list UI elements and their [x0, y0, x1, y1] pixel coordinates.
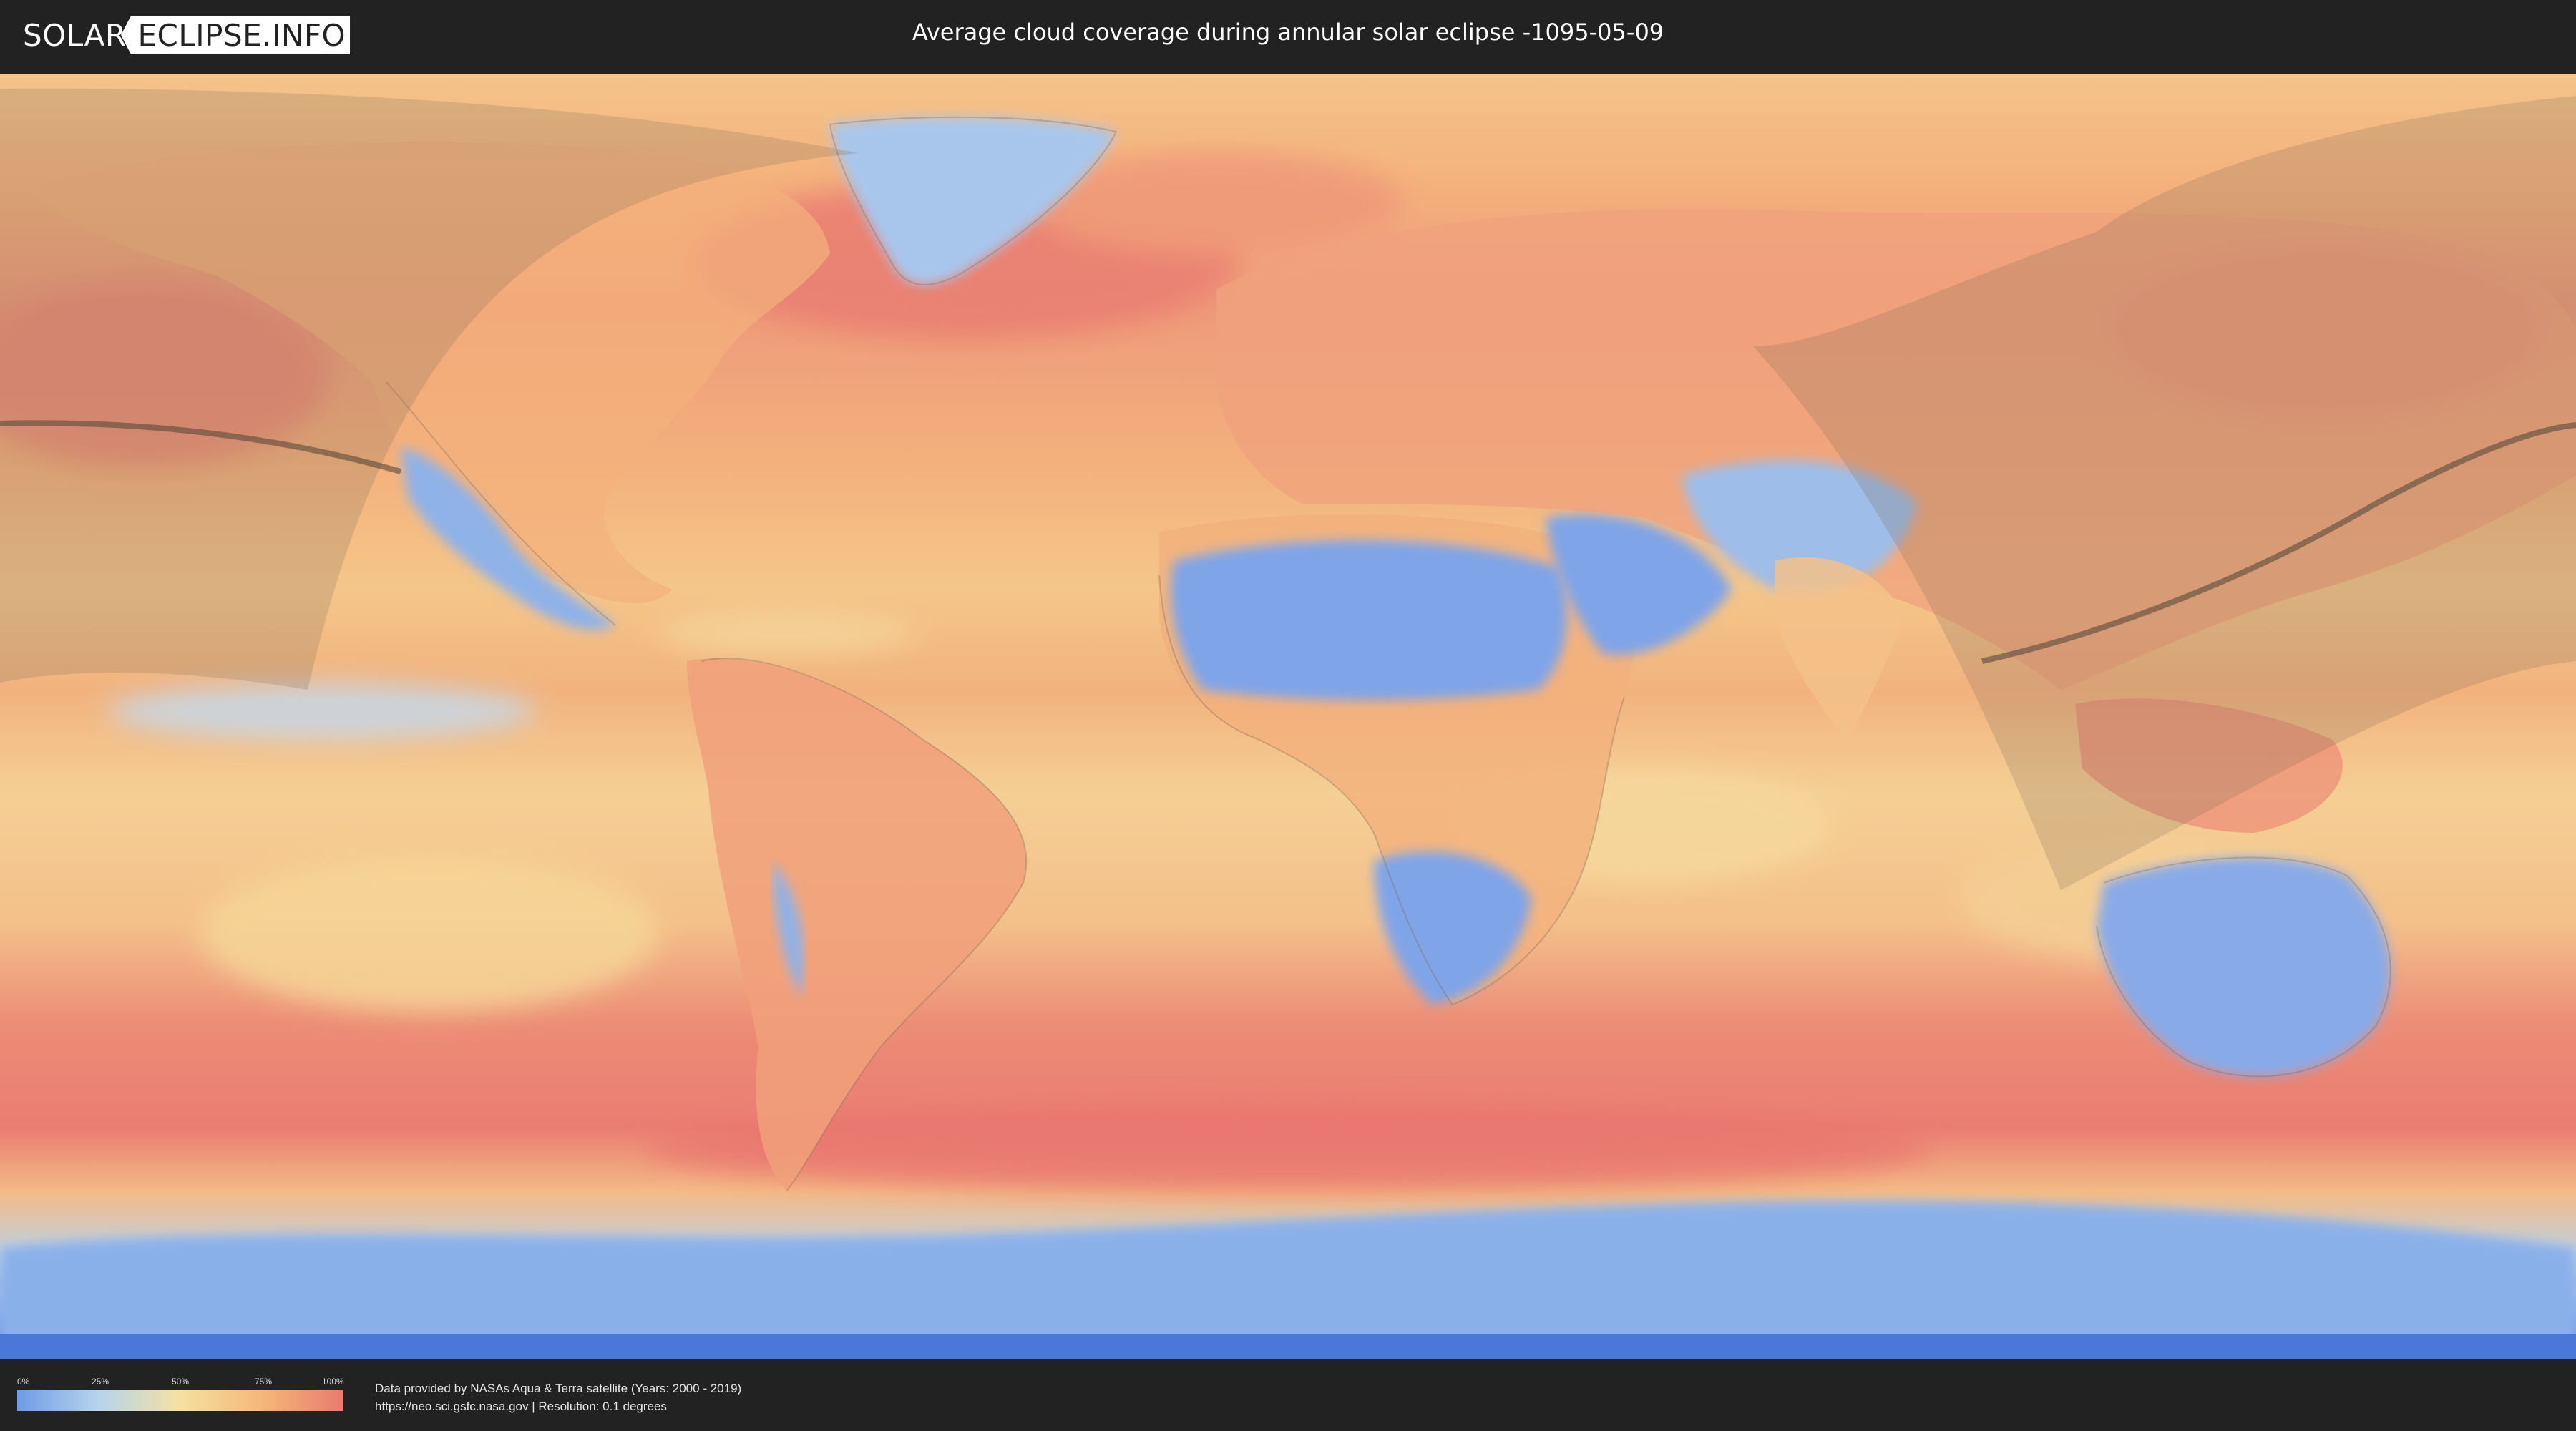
data-credits: Data provided by NASAs Aqua & Terra sate…: [375, 1379, 741, 1415]
legend-tick-75: 75%: [255, 1377, 273, 1387]
map-svg: [0, 74, 2576, 1359]
legend-tick-100: 100%: [322, 1377, 344, 1387]
cloud-coverage-legend: 0% 25% 50% 75% 100%: [17, 1377, 344, 1411]
cloud-coverage-map: [0, 74, 2576, 1359]
sahara-clear-region: [1171, 540, 1567, 700]
antarctica-edge: [0, 1334, 2576, 1359]
legend-ticks: 0% 25% 50% 75% 100%: [17, 1377, 344, 1390]
legend-tick-25: 25%: [92, 1377, 109, 1387]
credits-link[interactable]: https://neo.sci.gsfc.nasa.gov | Resoluti…: [375, 1397, 741, 1415]
header-bar: SOLAR ECLIPSE.INFO Average cloud coverag…: [0, 0, 2576, 72]
legend-tick-0: 0%: [17, 1377, 30, 1387]
page-title: Average cloud coverage during annular so…: [912, 19, 1664, 46]
page: SOLAR ECLIPSE.INFO Average cloud coverag…: [0, 0, 2576, 1431]
legend-color-bar: [17, 1390, 343, 1411]
footer-bar: 0% 25% 50% 75% 100% Data provided by NAS…: [0, 1359, 2576, 1431]
legend-tick-50: 50%: [172, 1377, 190, 1387]
credits-source: Data provided by NASAs Aqua & Terra sate…: [375, 1382, 742, 1395]
